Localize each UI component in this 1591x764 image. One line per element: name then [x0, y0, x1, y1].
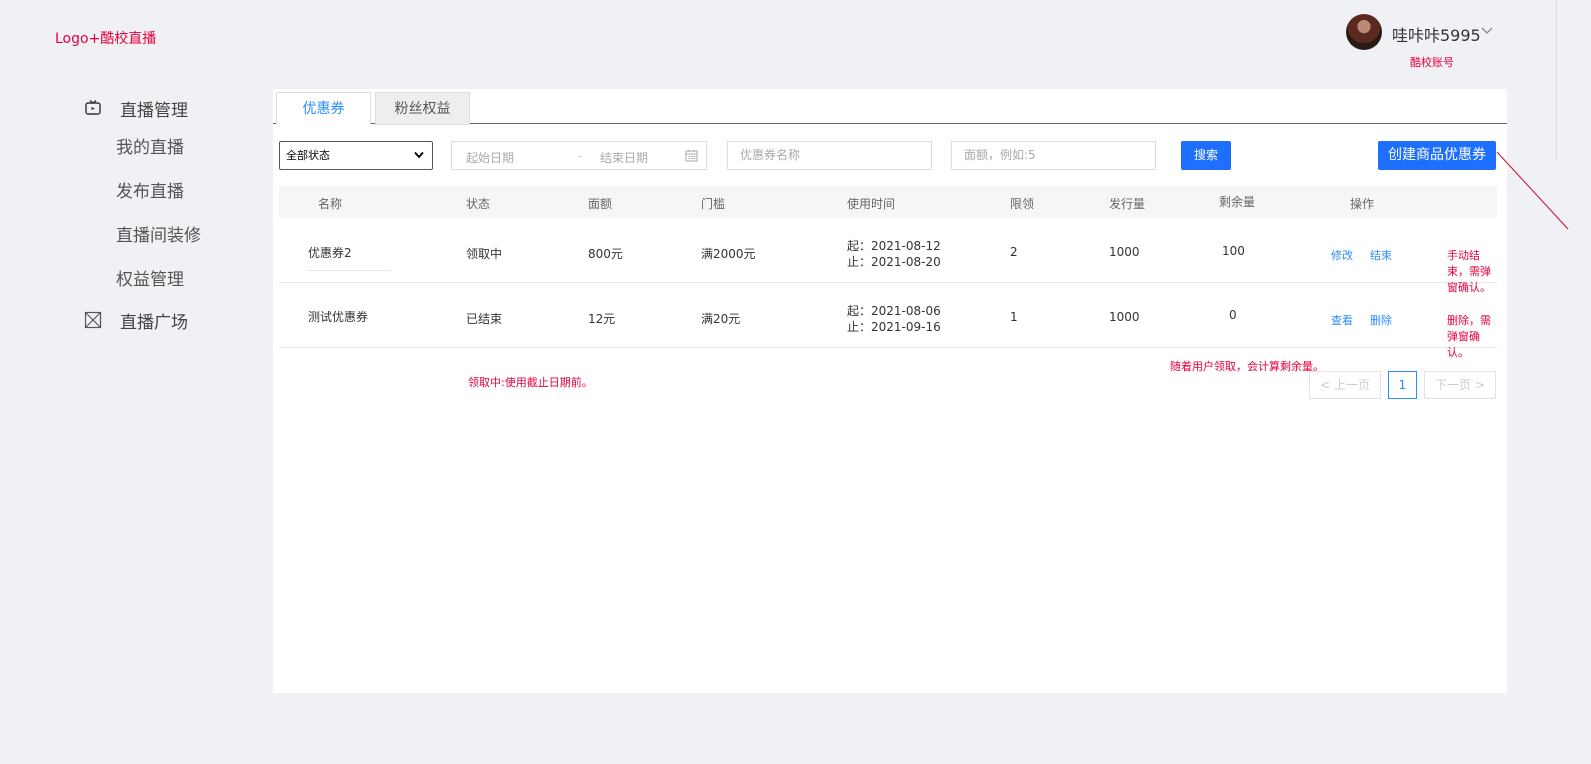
header-remaining: 剩余量 — [1219, 195, 1256, 209]
annotation-arrow — [1496, 151, 1569, 230]
table-header: 名称 状态 面额 门槛 使用时间 限领 发行量 剩余量 操作 — [279, 186, 1497, 218]
cell-limit: 2 — [1010, 245, 1018, 259]
end-link[interactable]: 结束 — [1370, 247, 1392, 263]
chevron-left-icon: < — [1320, 378, 1331, 392]
header-actions: 操作 — [1350, 197, 1375, 211]
chevron-right-icon: > — [1474, 378, 1485, 392]
sidebar: 直播管理 我的直播 发布直播 直播间装修 权益管理 直播广场 — [80, 90, 260, 338]
cell-limit: 1 — [1010, 310, 1018, 324]
table-row: 优惠券2 领取中 800元 满2000元 起：2021-08-12 止：2021… — [279, 218, 1497, 294]
sidebar-item-room-decoration[interactable]: 直播间装修 — [80, 214, 260, 258]
cell-time-end: 止：2021-09-16 — [847, 320, 941, 334]
cell-name: 优惠券2 — [308, 246, 352, 260]
cell-name: 测试优惠券 — [308, 310, 369, 324]
coupon-table: 名称 状态 面额 门槛 使用时间 限领 发行量 剩余量 操作 优惠券2 领取中 … — [279, 186, 1497, 359]
status-select[interactable]: 全部状态 — [279, 141, 433, 170]
scrollbar[interactable] — [1556, 0, 1557, 160]
user-menu[interactable]: 哇咔咔5995 酷校账号 — [1346, 14, 1506, 74]
header-usage-time: 使用时间 — [847, 197, 896, 211]
filter-bar: 全部状态 起始日期 - 结束日期 优惠券名称 面额，例如:5 搜索 创建商品优惠… — [279, 141, 1507, 171]
sidebar-section-label: 直播管理 — [120, 100, 188, 121]
date-separator: - — [578, 149, 583, 163]
cell-issued: 1000 — [1109, 245, 1140, 259]
header-threshold: 门槛 — [701, 197, 726, 211]
account-annotation: 酷校账号 — [1410, 56, 1454, 69]
header-status: 状态 — [466, 197, 491, 211]
tv-icon — [85, 99, 101, 115]
sidebar-section-live-plaza[interactable]: 直播广场 — [80, 302, 260, 338]
divider — [307, 270, 391, 271]
app-logo[interactable]: Logo+酷校直播 — [55, 28, 156, 48]
header-issued: 发行量 — [1109, 197, 1146, 211]
cell-threshold: 满20元 — [701, 312, 741, 326]
cell-time-start: 起：2021-08-06 — [847, 304, 941, 318]
sidebar-section-live-management[interactable]: 直播管理 — [80, 90, 260, 126]
avatar[interactable] — [1346, 14, 1382, 50]
sidebar-item-my-live[interactable]: 我的直播 — [80, 126, 260, 170]
view-link[interactable]: 查看 — [1331, 312, 1353, 328]
next-page-button[interactable]: 下一页 > — [1424, 371, 1496, 399]
prev-page-button[interactable]: < 上一页 — [1309, 371, 1381, 399]
tab-coupons[interactable]: 优惠券 — [276, 92, 371, 125]
delete-link[interactable]: 删除 — [1370, 312, 1392, 328]
cell-remaining: 0 — [1229, 308, 1237, 322]
chevron-down-icon — [414, 151, 424, 159]
remaining-annotation: 随着用户领取，会计算剩余量。 — [1170, 360, 1324, 373]
chevron-down-icon[interactable] — [1480, 24, 1494, 38]
end-date-input[interactable]: 结束日期 — [600, 149, 648, 166]
cell-time-end: 止：2021-08-20 — [847, 255, 941, 269]
main-panel: 优惠券 粉丝权益 全部状态 起始日期 - 结束日期 优惠券名称 面额，例如:5 … — [273, 89, 1507, 693]
amount-input[interactable]: 面额，例如:5 — [951, 141, 1156, 170]
cell-status: 已结束 — [466, 312, 503, 326]
header-name: 名称 — [318, 197, 343, 211]
status-select-value: 全部状态 — [286, 149, 330, 162]
status-annotation: 领取中:使用截止日期前。 — [468, 376, 593, 389]
tab-bar: 优惠券 粉丝权益 — [273, 89, 1507, 125]
cell-remaining: 100 — [1222, 244, 1245, 258]
cell-issued: 1000 — [1109, 310, 1140, 324]
tab-fan-benefits[interactable]: 粉丝权益 — [375, 92, 470, 125]
cell-threshold: 满2000元 — [701, 247, 756, 261]
image-placeholder-icon — [84, 311, 102, 329]
table-row: 测试优惠券 已结束 12元 满20元 起：2021-08-06 止：2021-0… — [279, 283, 1497, 359]
create-coupon-button[interactable]: 创建商品优惠券 — [1378, 141, 1496, 170]
edit-link[interactable]: 修改 — [1331, 247, 1353, 263]
start-date-input[interactable]: 起始日期 — [466, 149, 514, 166]
cell-amount: 12元 — [588, 312, 616, 326]
header-limit: 限领 — [1010, 197, 1035, 211]
date-range-picker[interactable]: 起始日期 - 结束日期 — [451, 141, 707, 170]
sidebar-item-benefits[interactable]: 权益管理 — [80, 258, 260, 302]
coupon-name-input[interactable]: 优惠券名称 — [727, 141, 932, 170]
row-annotation: 删除，需弹窗确认。 — [1447, 314, 1491, 359]
cell-status: 领取中 — [466, 247, 503, 261]
header-amount: 面额 — [588, 197, 613, 211]
page-number-button[interactable]: 1 — [1388, 371, 1417, 399]
cell-amount: 800元 — [588, 247, 623, 261]
sidebar-item-publish-live[interactable]: 发布直播 — [80, 170, 260, 214]
search-button[interactable]: 搜索 — [1181, 141, 1231, 170]
next-page-label: 下一页 — [1435, 378, 1472, 392]
cell-time-start: 起：2021-08-12 — [847, 239, 941, 253]
calendar-icon — [685, 150, 698, 162]
username[interactable]: 哇咔咔5995 — [1392, 22, 1481, 46]
prev-page-label: 上一页 — [1333, 378, 1370, 392]
sidebar-section-label: 直播广场 — [120, 312, 188, 333]
